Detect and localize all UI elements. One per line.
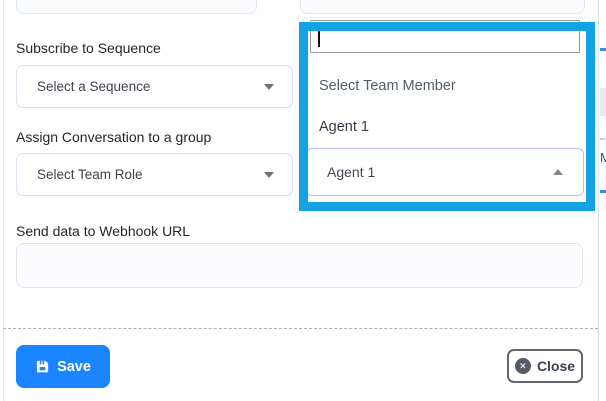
webhook-url-input[interactable] xyxy=(16,243,583,288)
edge-gray-block xyxy=(600,88,606,116)
chevron-up-icon xyxy=(553,169,563,175)
sequence-select[interactable]: Select a Sequence xyxy=(16,65,293,108)
edge-partial-text: M xyxy=(600,150,606,165)
close-circle-x-icon: ✕ xyxy=(515,358,531,374)
team-member-select[interactable]: Agent 1 xyxy=(306,148,584,196)
chevron-down-icon xyxy=(264,172,274,178)
modal-left-border xyxy=(3,0,4,401)
top-left-partial-input[interactable] xyxy=(16,0,257,14)
top-right-partial-input[interactable] xyxy=(300,0,585,14)
close-button[interactable]: ✕ Close xyxy=(507,349,583,383)
subscribe-sequence-label: Subscribe to Sequence xyxy=(16,40,161,56)
edge-gray-dash xyxy=(600,138,605,140)
team-member-selected-value: Agent 1 xyxy=(327,164,375,180)
dropdown-option-select-team-member[interactable]: Select Team Member xyxy=(303,73,590,99)
team-role-select[interactable]: Select Team Role xyxy=(16,153,293,196)
save-icon xyxy=(35,359,50,374)
save-button[interactable]: Save xyxy=(16,345,110,388)
modal-right-border xyxy=(598,0,599,401)
text-caret xyxy=(318,28,320,47)
edge-blue-dash xyxy=(600,190,606,193)
footer-divider xyxy=(3,328,598,329)
chevron-down-icon xyxy=(264,84,274,90)
assign-group-label: Assign Conversation to a group xyxy=(16,129,211,145)
sequence-select-placeholder: Select a Sequence xyxy=(37,79,150,94)
edge-blue-dash xyxy=(600,48,606,51)
modal-dialog: Subscribe to Sequence Select a Sequence … xyxy=(0,0,606,401)
team-role-select-placeholder: Select Team Role xyxy=(37,167,143,182)
dropdown-option-agent-1[interactable]: Agent 1 xyxy=(303,114,590,140)
close-button-label: Close xyxy=(537,358,575,374)
webhook-url-label: Send data to Webhook URL xyxy=(16,223,190,239)
team-member-search-input[interactable] xyxy=(310,20,580,53)
save-button-label: Save xyxy=(57,359,91,375)
